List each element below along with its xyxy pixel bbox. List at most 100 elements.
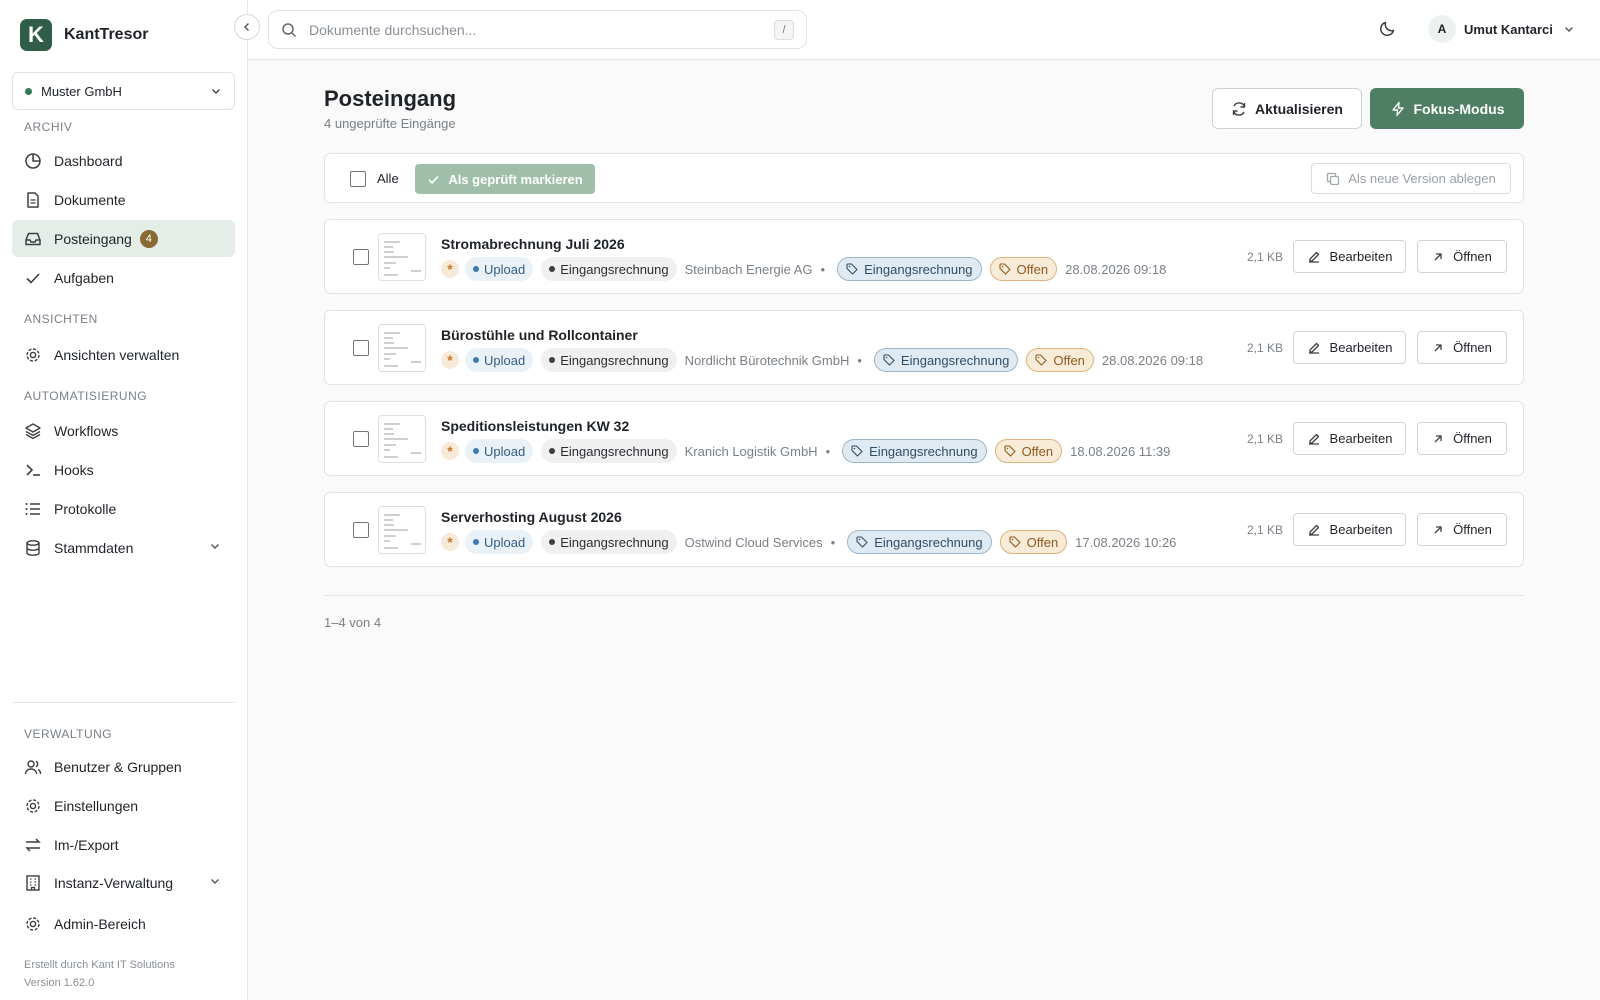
collapse-sidebar-button[interactable] bbox=[234, 14, 260, 40]
separator-dot: • bbox=[830, 534, 836, 550]
sidebar-item-ansichten-verwalten[interactable]: Ansichten verwalten bbox=[12, 336, 235, 373]
brand[interactable]: K KantTresor bbox=[20, 19, 148, 51]
bulk-action-bar: Alle Als geprüft markieren Als neue Vers… bbox=[324, 153, 1524, 203]
sidebar-item-benutzer[interactable]: Benutzer & Gruppen bbox=[12, 748, 235, 785]
tag-icon bbox=[846, 263, 864, 275]
source-label: Upload bbox=[484, 261, 526, 277]
document-title[interactable]: Serverhosting August 2026 bbox=[441, 509, 622, 525]
doctype-label: Eingangsrechnung bbox=[560, 443, 669, 459]
sidebar-item-admin[interactable]: Admin-Bereich bbox=[12, 905, 235, 942]
posteingang-count-badge: 4 bbox=[139, 229, 158, 248]
document-row[interactable]: Bürostühle und Rollcontainer * Upload Ei… bbox=[324, 310, 1524, 385]
focus-mode-button[interactable]: Fokus-Modus bbox=[1370, 88, 1524, 129]
theme-toggle-button[interactable] bbox=[1378, 18, 1398, 38]
status-label: Offen bbox=[1053, 352, 1085, 368]
arrow-up-right-icon bbox=[1432, 524, 1453, 536]
tag-badge[interactable]: Eingangsrechnung bbox=[842, 439, 987, 463]
document-row[interactable]: Stromabrechnung Juli 2026 * Upload Einga… bbox=[324, 219, 1524, 294]
tag-badge[interactable]: Eingangsrechnung bbox=[873, 348, 1019, 372]
select-all-checkbox[interactable] bbox=[350, 171, 366, 187]
document-title[interactable]: Stromabrechnung Juli 2026 bbox=[441, 236, 625, 252]
sidebar-item-import-export[interactable]: Im-/Export bbox=[12, 826, 235, 863]
open-button[interactable]: Öffnen bbox=[1417, 422, 1507, 455]
check-icon bbox=[427, 173, 448, 186]
page-title: Posteingang bbox=[324, 86, 457, 111]
sidebar-item-einstellungen[interactable]: Einstellungen bbox=[12, 787, 235, 824]
sidebar-item-workflows[interactable]: Workflows bbox=[12, 412, 235, 449]
pencil-icon bbox=[1307, 250, 1330, 264]
sidebar-item-protokolle[interactable]: Protokolle bbox=[12, 490, 235, 527]
sidebar-item-label: Benutzer & Gruppen bbox=[54, 758, 182, 775]
new-version-button[interactable]: Als neue Version ablegen bbox=[1311, 163, 1511, 194]
document-title[interactable]: Bürostühle und Rollcontainer bbox=[441, 327, 638, 343]
sidebar-item-stammdaten[interactable]: Stammdaten bbox=[12, 529, 235, 566]
gear-icon bbox=[24, 915, 42, 933]
user-menu[interactable]: A Umut Kantarci bbox=[1428, 15, 1575, 43]
chevron-down-icon bbox=[209, 875, 221, 887]
edit-button[interactable]: Bearbeiten bbox=[1293, 422, 1406, 455]
document-date: 18.08.2026 11:39 bbox=[1070, 443, 1171, 459]
source-label: Upload bbox=[484, 352, 526, 368]
search-input[interactable]: Dokumente durchsuchen... / bbox=[268, 10, 807, 49]
file-size: 2,1 KB bbox=[1246, 432, 1283, 446]
org-name: Muster GmbH bbox=[41, 83, 122, 99]
status-badge[interactable]: Offen bbox=[989, 257, 1058, 281]
document-row[interactable]: Serverhosting August 2026 * Upload Einga… bbox=[324, 492, 1524, 567]
mark-reviewed-button[interactable]: Als geprüft markieren bbox=[415, 164, 595, 194]
layers-icon bbox=[24, 422, 42, 440]
source-badge: Upload bbox=[465, 257, 534, 281]
asterisk-icon: * bbox=[441, 260, 459, 278]
file-size: 2,1 KB bbox=[1246, 341, 1283, 355]
sidebar-item-label: Posteingang bbox=[54, 230, 132, 247]
sidebar: K KantTresor Muster GmbH ARCHIV Dashboar… bbox=[0, 0, 248, 1000]
document-meta: * Upload Eingangsrechnung Steinbach Ener… bbox=[441, 257, 1166, 281]
edit-button[interactable]: Bearbeiten bbox=[1293, 331, 1406, 364]
sidebar-item-label: Einstellungen bbox=[54, 797, 139, 814]
status-badge[interactable]: Offen bbox=[1026, 348, 1094, 372]
sidebar-item-label: Admin-Bereich bbox=[54, 915, 146, 932]
edit-button[interactable]: Bearbeiten bbox=[1293, 513, 1406, 546]
tag-icon bbox=[851, 445, 869, 457]
separator-dot: • bbox=[820, 261, 826, 277]
document-thumbnail[interactable] bbox=[378, 324, 426, 372]
document-thumbnail[interactable] bbox=[378, 233, 426, 281]
sidebar-item-label: Im-/Export bbox=[54, 836, 119, 853]
status-badge[interactable]: Offen bbox=[994, 439, 1063, 463]
status-badge[interactable]: Offen bbox=[999, 530, 1068, 554]
row-checkbox[interactable] bbox=[353, 431, 369, 447]
sidebar-item-posteingang[interactable]: Posteingang 4 bbox=[12, 220, 235, 257]
correspondent: Kranich Logistik GmbH bbox=[684, 443, 818, 459]
copy-icon bbox=[1326, 172, 1348, 186]
tag-badge[interactable]: Eingangsrechnung bbox=[847, 530, 992, 554]
sidebar-item-aufgaben[interactable]: Aufgaben bbox=[12, 259, 235, 296]
document-row[interactable]: Speditionsleistungen KW 32 * Upload Eing… bbox=[324, 401, 1524, 476]
row-checkbox[interactable] bbox=[353, 522, 369, 538]
status-label: Offen bbox=[1016, 261, 1049, 277]
separator-dot: • bbox=[857, 352, 862, 368]
open-button[interactable]: Öffnen bbox=[1417, 331, 1507, 364]
row-checkbox[interactable] bbox=[353, 340, 369, 356]
edit-button[interactable]: Bearbeiten bbox=[1293, 240, 1406, 273]
open-button[interactable]: Öffnen bbox=[1417, 513, 1507, 546]
tag-label: Eingangsrechnung bbox=[900, 352, 1010, 368]
doctype-label: Eingangsrechnung bbox=[560, 261, 669, 277]
sidebar-item-dokumente[interactable]: Dokumente bbox=[12, 181, 235, 218]
asterisk-icon: * bbox=[441, 533, 459, 551]
sidebar-item-dashboard[interactable]: Dashboard bbox=[12, 142, 235, 179]
document-title[interactable]: Speditionsleistungen KW 32 bbox=[441, 418, 629, 434]
pencil-icon bbox=[1307, 341, 1330, 355]
open-button[interactable]: Öffnen bbox=[1417, 240, 1507, 273]
org-switcher[interactable]: Muster GmbH bbox=[12, 72, 235, 110]
document-thumbnail[interactable] bbox=[378, 506, 426, 554]
tag-icon bbox=[856, 536, 874, 548]
transfer-icon bbox=[24, 836, 42, 854]
document-thumbnail[interactable] bbox=[378, 415, 426, 463]
tag-badge[interactable]: Eingangsrechnung bbox=[837, 257, 982, 281]
refresh-button[interactable]: Aktualisieren bbox=[1212, 88, 1362, 129]
mark-reviewed-label: Als geprüft markieren bbox=[448, 171, 583, 187]
row-checkbox[interactable] bbox=[353, 249, 369, 265]
sidebar-item-hooks[interactable]: Hooks bbox=[12, 451, 235, 488]
sidebar-item-label: Protokolle bbox=[54, 500, 117, 517]
sidebar-item-instanz[interactable]: Instanz-Verwaltung bbox=[12, 864, 235, 901]
list-icon bbox=[24, 500, 42, 518]
